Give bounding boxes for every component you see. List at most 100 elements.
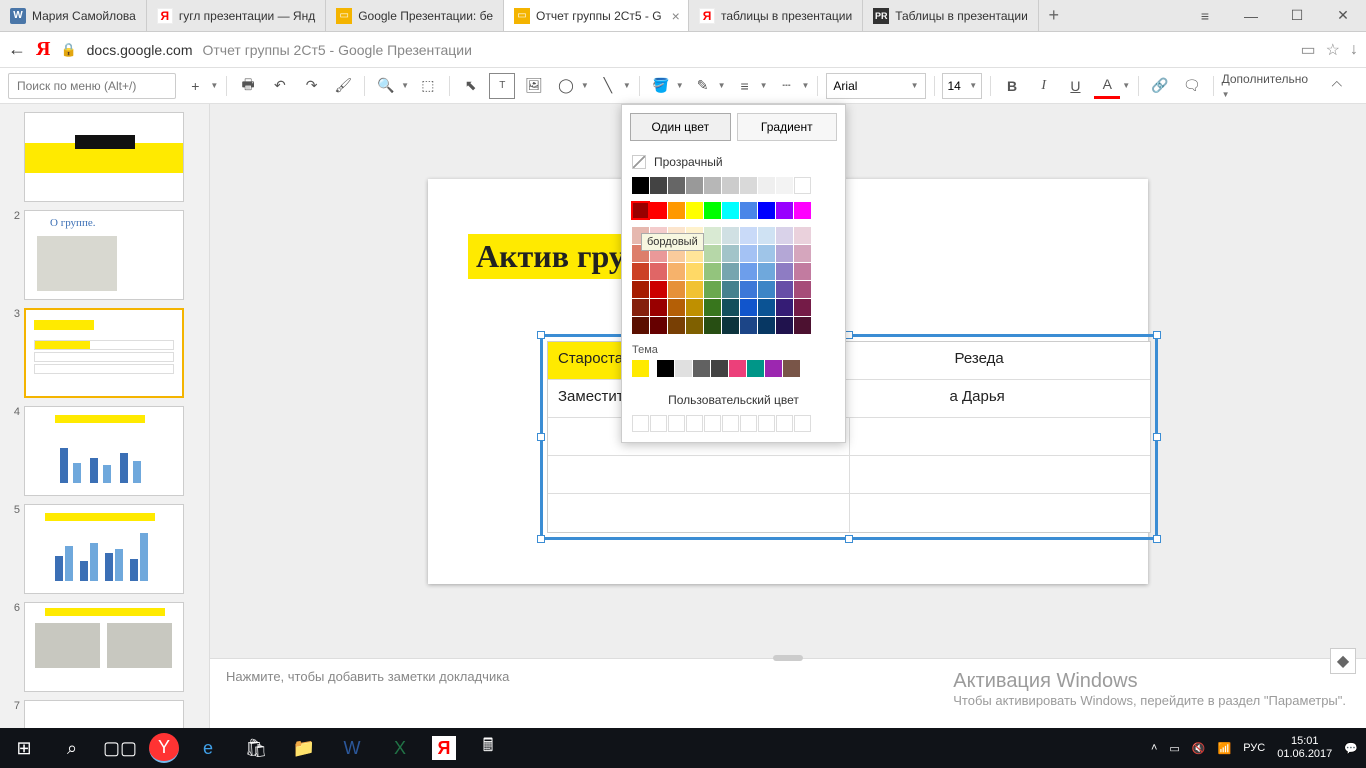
table-cell[interactable] (548, 456, 850, 493)
color-swatch[interactable] (668, 263, 685, 280)
color-swatch[interactable] (758, 177, 775, 194)
color-swatch[interactable] (668, 177, 685, 194)
menu-search-input[interactable]: Поиск по меню (Alt+/) (8, 73, 176, 99)
color-swatch[interactable] (776, 299, 793, 316)
color-swatch[interactable] (776, 281, 793, 298)
color-swatch[interactable] (740, 245, 757, 262)
minimize-button[interactable]: — (1228, 0, 1274, 31)
table-row[interactable] (548, 494, 1150, 532)
theme-color-swatch[interactable] (657, 360, 674, 377)
color-swatch[interactable] (722, 317, 739, 334)
color-swatch[interactable] (794, 202, 811, 219)
slide-thumbnail[interactable] (0, 108, 209, 206)
print-button[interactable]: 🖶 (235, 73, 261, 99)
language-indicator[interactable]: РУС (1243, 742, 1265, 754)
color-swatch[interactable] (686, 177, 703, 194)
chevron-down-icon[interactable]: ▼ (581, 81, 589, 90)
color-swatch[interactable] (758, 245, 775, 262)
line-tool[interactable]: ╲ (595, 73, 621, 99)
slide-thumbnail[interactable]: 5 (0, 500, 209, 598)
taskbar-app[interactable]: Я (432, 736, 456, 760)
color-swatch[interactable] (686, 281, 703, 298)
browser-tab[interactable]: W Мария Самойлова (0, 0, 147, 31)
recent-color-swatch[interactable] (686, 415, 703, 432)
theme-color-swatch[interactable] (650, 360, 656, 377)
downloads-icon[interactable]: ↓ (1350, 41, 1358, 59)
color-swatch[interactable] (794, 263, 811, 280)
color-swatch[interactable] (776, 263, 793, 280)
table-cell[interactable] (850, 494, 1151, 532)
color-swatch[interactable] (686, 202, 703, 219)
recent-color-swatch[interactable] (758, 415, 775, 432)
recent-color-swatch[interactable] (722, 415, 739, 432)
wifi-icon[interactable]: 📶 (1218, 742, 1232, 755)
shape-tool[interactable]: ◯ (553, 73, 579, 99)
recent-color-swatch[interactable] (794, 415, 811, 432)
theme-color-swatch[interactable] (632, 360, 649, 377)
taskbar-app[interactable]: 🖩 (464, 728, 512, 768)
border-dash-button[interactable]: ┄ (774, 73, 800, 99)
taskbar-app[interactable]: Y (149, 733, 179, 763)
color-swatch[interactable] (758, 317, 775, 334)
color-swatch[interactable] (740, 299, 757, 316)
color-swatch[interactable] (632, 177, 649, 194)
table-cell[interactable] (850, 456, 1151, 493)
crop-button[interactable]: ⬚ (415, 73, 441, 99)
chevron-down-icon[interactable]: ▼ (1122, 81, 1130, 90)
slide-panel[interactable]: 2 О группе. 3 4 5 (0, 104, 210, 728)
gradient-tab[interactable]: Градиент (737, 113, 838, 141)
transparent-option[interactable]: Прозрачный (622, 149, 845, 175)
browser-tab[interactable]: Я таблицы в презентации (689, 0, 863, 31)
table-row[interactable] (548, 456, 1150, 494)
color-swatch[interactable] (704, 263, 721, 280)
zoom-button[interactable]: 🔍 (373, 73, 399, 99)
browser-tab[interactable]: Я гугл презентации — Янд (147, 0, 326, 31)
taskbar-app[interactable]: 📁 (280, 728, 328, 768)
textbox-tool[interactable]: T (489, 73, 515, 99)
chevron-down-icon[interactable]: ▼ (401, 81, 409, 90)
maximize-button[interactable]: ☐ (1274, 0, 1320, 31)
browser-menu-button[interactable]: ≡ (1182, 0, 1228, 31)
slide-thumbnail[interactable]: 6 (0, 598, 209, 696)
color-swatch[interactable] (650, 177, 667, 194)
color-swatch[interactable] (776, 245, 793, 262)
new-slide-button[interactable]: + (182, 73, 208, 99)
fill-color-button[interactable]: 🪣 (648, 73, 674, 99)
slide-thumbnail-selected[interactable]: 3 (0, 304, 209, 402)
color-swatch[interactable] (650, 299, 667, 316)
color-swatch[interactable] (704, 202, 721, 219)
site-info-icon[interactable]: ▭ (1301, 40, 1316, 60)
color-swatch[interactable] (776, 317, 793, 334)
image-tool[interactable]: 🖼 (521, 73, 547, 99)
color-swatch[interactable] (794, 317, 811, 334)
chevron-down-icon[interactable]: ▼ (676, 81, 684, 90)
color-swatch[interactable] (758, 263, 775, 280)
color-swatch[interactable] (740, 202, 757, 219)
color-swatch[interactable] (668, 299, 685, 316)
yandex-logo[interactable]: Я (36, 38, 50, 61)
bold-button[interactable]: B (999, 73, 1025, 99)
search-button[interactable]: ⌕ (48, 728, 96, 768)
chevron-down-icon[interactable]: ▼ (210, 81, 218, 90)
browser-tab-active[interactable]: ▭ Отчет группы 2Ст5 - G × (504, 0, 689, 31)
recent-color-swatch[interactable] (740, 415, 757, 432)
select-tool[interactable]: ⬉ (458, 73, 484, 99)
color-swatch[interactable] (704, 317, 721, 334)
color-swatch[interactable] (758, 299, 775, 316)
color-swatch[interactable] (740, 263, 757, 280)
explore-button[interactable]: ◆ (1330, 648, 1356, 674)
color-swatch[interactable] (740, 281, 757, 298)
color-swatch[interactable] (740, 227, 757, 244)
color-swatch[interactable] (632, 317, 649, 334)
color-swatch[interactable] (776, 177, 793, 194)
bookmark-icon[interactable]: ☆ (1326, 40, 1340, 60)
recent-color-swatch[interactable] (776, 415, 793, 432)
color-swatch[interactable] (650, 281, 667, 298)
volume-icon[interactable]: 🔇 (1192, 742, 1206, 755)
color-swatch[interactable] (632, 263, 649, 280)
theme-color-swatch[interactable] (747, 360, 764, 377)
color-swatch[interactable] (740, 317, 757, 334)
speaker-notes[interactable]: Нажмите, чтобы добавить заметки докладчи… (210, 658, 1366, 728)
color-swatch[interactable] (668, 202, 685, 219)
color-swatch[interactable] (794, 245, 811, 262)
